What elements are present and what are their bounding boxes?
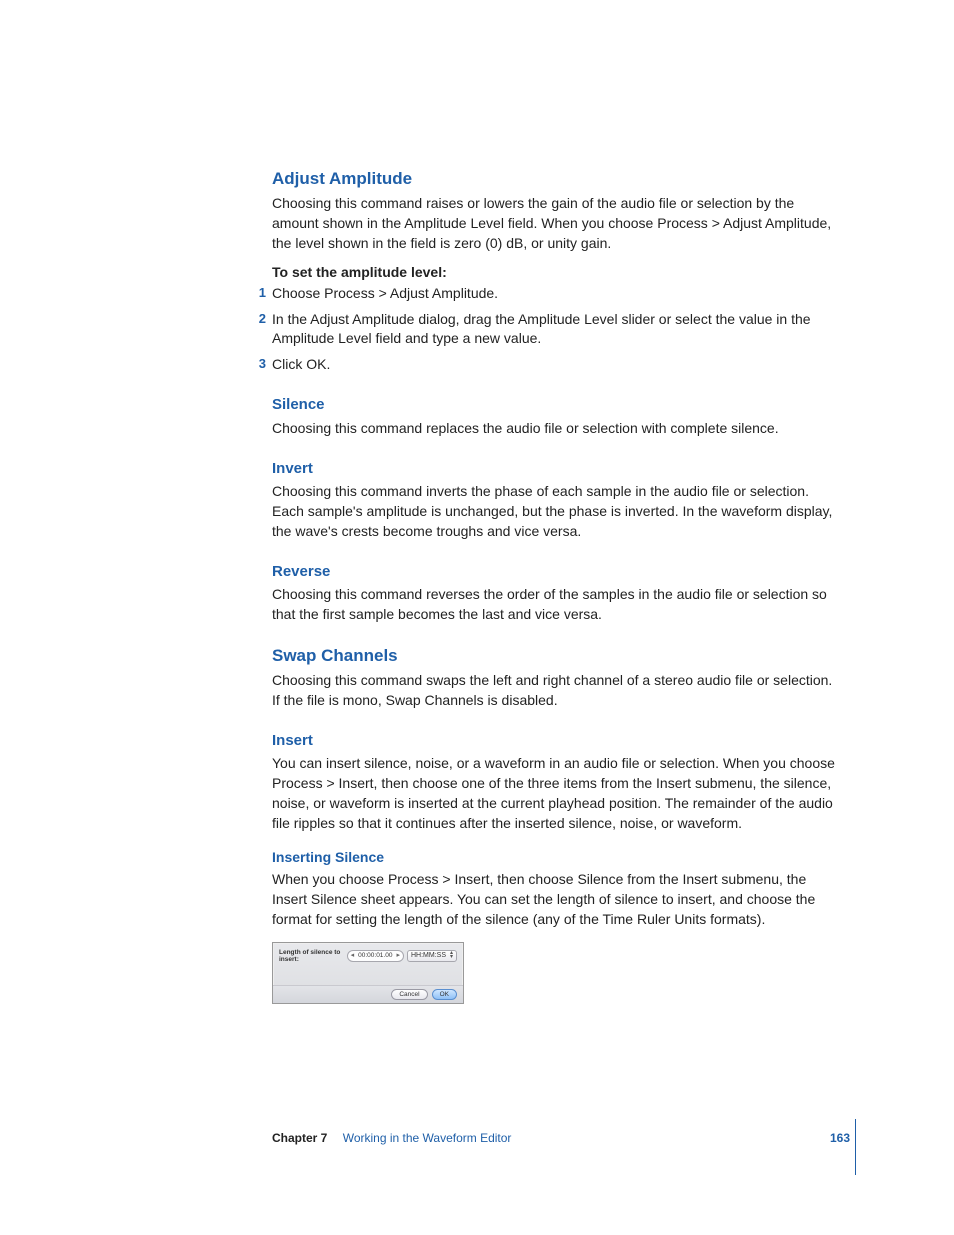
- ok-button[interactable]: OK: [432, 989, 457, 1000]
- footer-rule: [855, 1119, 856, 1175]
- heading-adjust-amplitude: Adjust Amplitude: [272, 168, 842, 190]
- step-text: Choose Process > Adjust Amplitude.: [272, 284, 842, 304]
- step-text: Click OK.: [272, 355, 842, 375]
- step-text: In the Adjust Amplitude dialog, drag the…: [272, 310, 842, 350]
- cancel-button[interactable]: Cancel: [391, 989, 427, 1000]
- heading-silence: Silence: [272, 395, 842, 415]
- step-1: 1 Choose Process > Adjust Amplitude.: [272, 284, 842, 304]
- heading-inserting-silence: Inserting Silence: [272, 848, 842, 866]
- length-value: 00:00:01.00: [355, 952, 395, 959]
- step-number: 2: [248, 310, 266, 328]
- task-heading-amplitude: To set the amplitude level:: [272, 264, 842, 280]
- step-number: 1: [248, 284, 266, 302]
- heading-insert: Insert: [272, 731, 842, 751]
- section-swap-channels: Swap Channels Choosing this command swap…: [272, 645, 842, 711]
- length-stepper[interactable]: ◂ 00:00:01.00 ▸: [347, 950, 404, 962]
- chapter-title: Working in the Waveform Editor: [343, 1131, 512, 1145]
- step-2: 2 In the Adjust Amplitude dialog, drag t…: [272, 310, 842, 350]
- body-reverse: Choosing this command reverses the order…: [272, 585, 842, 625]
- section-invert: Invert Choosing this command inverts the…: [272, 459, 842, 542]
- format-value: HH:MM:SS: [411, 952, 446, 959]
- body-adjust-amplitude: Choosing this command raises or lowers t…: [272, 194, 842, 254]
- page-footer: Chapter 7 Working in the Waveform Editor…: [272, 1131, 850, 1145]
- section-adjust-amplitude: Adjust Amplitude Choosing this command r…: [272, 168, 842, 375]
- body-insert: You can insert silence, noise, or a wave…: [272, 754, 842, 834]
- step-number: 3: [248, 355, 266, 373]
- heading-reverse: Reverse: [272, 562, 842, 582]
- body-swap-channels: Choosing this command swaps the left and…: [272, 671, 842, 711]
- dialog-length-label: Length of silence to insert:: [279, 949, 344, 963]
- section-reverse: Reverse Choosing this command reverses t…: [272, 562, 842, 625]
- format-dropdown[interactable]: HH:MM:SS ▴▾: [407, 950, 457, 962]
- insert-silence-dialog: Length of silence to insert: ◂ 00:00:01.…: [272, 942, 464, 1004]
- updown-icon: ▴▾: [450, 952, 453, 959]
- chapter-label: Chapter 7: [272, 1131, 327, 1145]
- body-invert: Choosing this command inverts the phase …: [272, 482, 842, 542]
- heading-swap-channels: Swap Channels: [272, 645, 842, 667]
- page-number: 163: [830, 1131, 850, 1145]
- step-3: 3 Click OK.: [272, 355, 842, 375]
- chevron-right-icon[interactable]: ▸: [395, 952, 401, 959]
- section-insert: Insert You can insert silence, noise, or…: [272, 731, 842, 1004]
- body-inserting-silence: When you choose Process > Insert, then c…: [272, 870, 842, 930]
- body-silence: Choosing this command replaces the audio…: [272, 419, 842, 439]
- heading-invert: Invert: [272, 459, 842, 479]
- section-silence: Silence Choosing this command replaces t…: [272, 395, 842, 438]
